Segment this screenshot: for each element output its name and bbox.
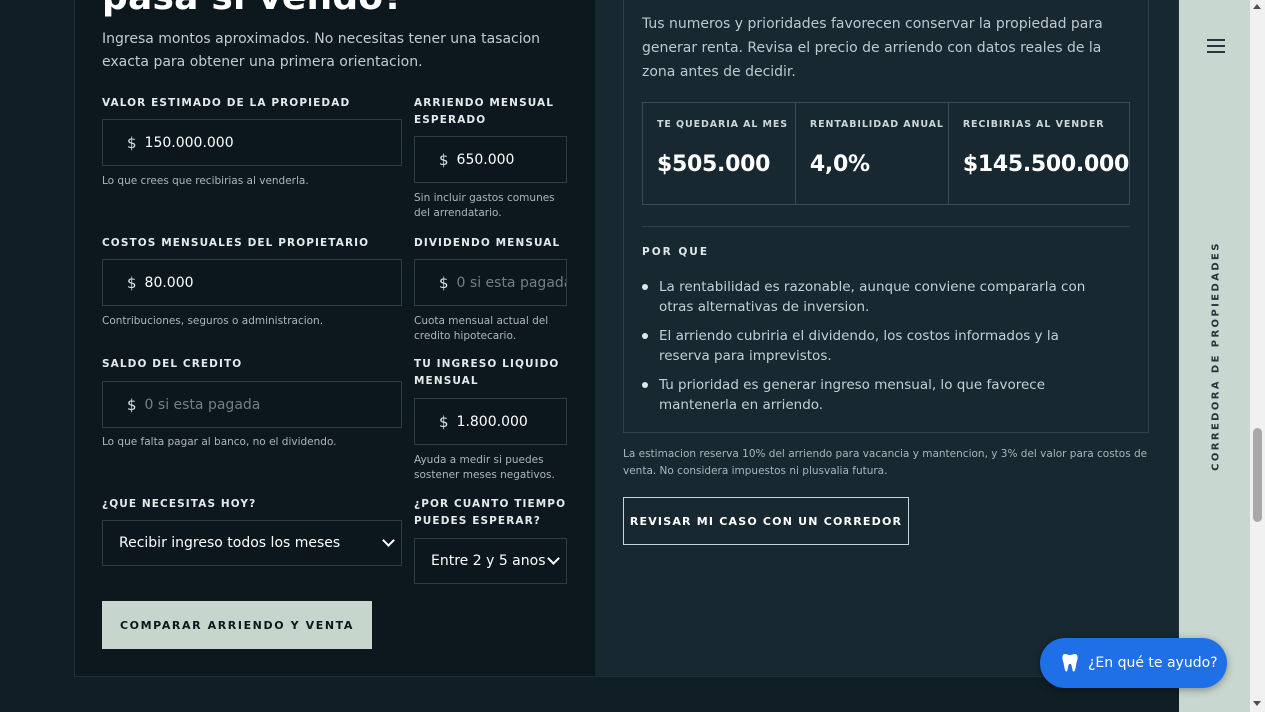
rent-label: ARRIENDO MENSUAL ESPERADO (414, 97, 555, 126)
form-heading: pasa si vendo? (102, 0, 404, 16)
form-intro: Ingresa montos aproximados. No necesitas… (102, 31, 541, 70)
credit-balance-placeholder: 0 si esta pagada (144, 396, 261, 413)
income-hint: Ayuda a medir si puedes sostener meses n… (414, 454, 555, 481)
metric-label: RECIBIRIAS AL VENDER (962, 119, 1105, 130)
scrollbar-thumb[interactable] (1253, 428, 1262, 522)
scroll-down-icon[interactable] (1253, 701, 1261, 706)
wait-select[interactable]: Entre 2 y 5 anos (414, 538, 567, 584)
bullet-icon (642, 382, 648, 388)
metrics-grid: TE QUEDARIA AL MES $505.000 RENTABILIDAD… (642, 102, 1130, 205)
chevron-down-icon (382, 534, 395, 547)
wait-selected: Entre 2 y 5 anos (431, 553, 546, 569)
dividend-label: DIVIDENDO MENSUAL (414, 237, 561, 249)
owner-costs-value: 80.000 (144, 274, 194, 291)
metric-value: $145.500.000 (962, 152, 1130, 177)
credit-balance-hint: Lo que falta pagar al banco, no el divid… (102, 436, 337, 448)
menu-icon[interactable] (1207, 39, 1225, 53)
metric-label: RENTABILIDAD ANUAL (809, 119, 944, 130)
metric-value: 4,0% (809, 152, 870, 177)
dividend-input[interactable]: $ 0 si esta pagada (414, 259, 567, 306)
compare-button[interactable]: COMPARAR ARRIENDO Y VENTA (102, 601, 372, 649)
metric-annual-yield: RENTABILIDAD ANUAL 4,0% (796, 103, 949, 204)
tooth-icon (1062, 653, 1078, 673)
property-value-label: VALOR ESTIMADO DE LA PROPIEDAD (102, 97, 351, 109)
rent-value: 650.000 (456, 151, 515, 168)
chevron-down-icon (547, 552, 560, 565)
need-selected: Recibir ingreso todos los meses (119, 535, 341, 551)
scroll-up-icon[interactable] (1253, 4, 1261, 9)
rent-input[interactable]: $ 650.000 (414, 136, 567, 183)
list-item-text: Tu prioridad es generar ingreso mensual,… (659, 377, 1046, 413)
metric-sale: RECIBIRIAS AL VENDER $145.500.000 (949, 103, 1130, 204)
rent-hint: Sin incluir gastos comunes del arrendata… (414, 192, 555, 219)
need-select[interactable]: Recibir ingreso todos los meses (102, 520, 402, 566)
credit-balance-label: SALDO DEL CREDITO (102, 358, 243, 370)
currency-symbol: $ (127, 133, 137, 152)
scrollbar-track[interactable] (1250, 0, 1265, 712)
currency-symbol: $ (127, 395, 137, 414)
list-item-text: El arriendo cubriria el dividendo, los c… (659, 328, 1059, 364)
dividend-placeholder: 0 si esta pagada (456, 274, 567, 291)
currency-symbol: $ (127, 273, 137, 292)
property-value-value: 150.000.000 (144, 134, 234, 151)
divider (642, 226, 1130, 227)
metric-label: TE QUEDARIA AL MES (657, 119, 789, 130)
list-item: La rentabilidad es razonable, aunque con… (642, 277, 1112, 317)
bullet-icon (642, 284, 648, 290)
income-value: 1.800.000 (456, 413, 528, 430)
need-label: ¿QUE NECESITAS HOY? (102, 498, 257, 510)
list-item-text: La rentabilidad es razonable, aunque con… (659, 279, 1086, 315)
property-value-hint: Lo que crees que recibirias al venderla. (102, 175, 309, 187)
income-input[interactable]: $ 1.800.000 (414, 398, 567, 445)
owner-costs-hint: Contribuciones, seguros o administracion… (102, 315, 324, 327)
chat-help-label: ¿En qué te ayudo? (1088, 655, 1218, 671)
list-item: Tu prioridad es generar ingreso mensual,… (642, 375, 1112, 415)
list-item: El arriendo cubriria el dividendo, los c… (642, 326, 1112, 366)
property-value-input[interactable]: $ 150.000.000 (102, 119, 402, 166)
income-label: TU INGRESO LIQUIDO MENSUAL (414, 358, 560, 387)
owner-costs-label: COSTOS MENSUALES DEL PROPIETARIO (102, 237, 370, 249)
currency-symbol: $ (439, 412, 449, 431)
owner-costs-input[interactable]: $ 80.000 (102, 259, 402, 306)
brand-vertical-label: CORREDORA DE PROPIEDADES (1210, 241, 1222, 471)
estimate-note: La estimacion reserva 10% del arriendo p… (623, 448, 1148, 477)
review-case-button[interactable]: REVISAR MI CASO CON UN CORREDOR (623, 497, 909, 545)
result-summary: Tus numeros y prioridades favorecen cons… (642, 16, 1103, 80)
bullet-icon (642, 333, 648, 339)
wait-label: ¿POR CUANTO TIEMPO PUEDES ESPERAR? (414, 498, 567, 527)
why-title: POR QUE (642, 246, 709, 258)
chat-help-button[interactable]: ¿En qué te ayudo? (1040, 638, 1227, 688)
metric-value: $505.000 (657, 152, 771, 177)
credit-balance-input[interactable]: $ 0 si esta pagada (102, 381, 402, 428)
metric-monthly: TE QUEDARIA AL MES $505.000 (643, 103, 796, 204)
dividend-hint: Cuota mensual actual del credito hipotec… (414, 315, 549, 342)
currency-symbol: $ (439, 150, 449, 169)
why-list: La rentabilidad es razonable, aunque con… (642, 277, 1112, 424)
currency-symbol: $ (439, 273, 449, 292)
